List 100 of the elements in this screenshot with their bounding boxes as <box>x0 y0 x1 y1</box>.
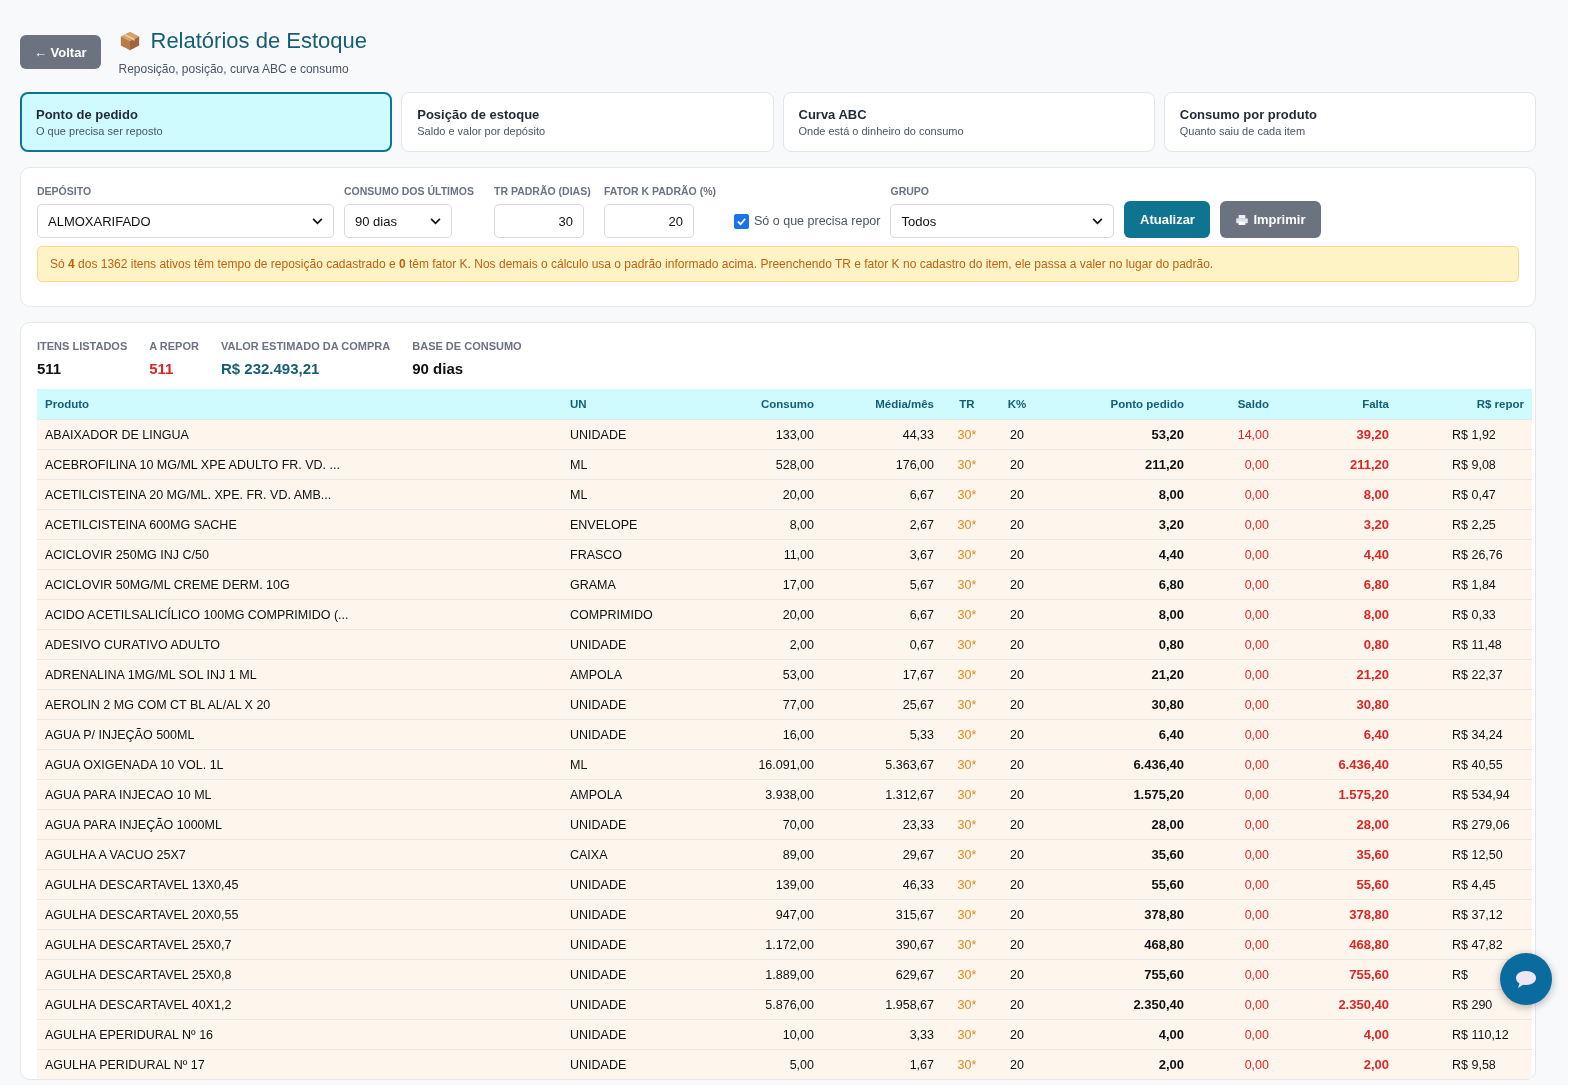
checkbox[interactable] <box>734 213 749 229</box>
warehouse-select[interactable]: ALMOXARIFADO <box>37 204 334 238</box>
balance-cell: 0,00 <box>1192 719 1277 750</box>
unit-cell: GRAMA <box>562 569 712 600</box>
monthly-average-cell: 5.363,67 <box>822 749 942 780</box>
report-tab[interactable]: Curva ABC Onde está o dinheiro do consumo <box>782 92 1155 152</box>
monthly-average-cell: 2,67 <box>822 509 942 540</box>
lead-time-cell: 30* <box>942 539 992 570</box>
lead-time-cell: 30* <box>942 989 992 1020</box>
product-cell: AGUA OXIGENADA 10 VOL. 1L <box>37 749 562 780</box>
product-cell: ACICLOVIR 250MG INJ C/50 <box>37 539 562 570</box>
monthly-average-cell: 390,67 <box>822 929 942 960</box>
product-cell: AGUA PARA INJECAO 10 ML <box>37 779 562 810</box>
lead-time-cell: 30* <box>942 749 992 780</box>
group-select[interactable]: Todos <box>890 204 1115 238</box>
cost-cell: R$ 37,12 <box>1397 899 1532 930</box>
report-tab[interactable]: Consumo por produto Quanto saiu de cada item <box>1163 92 1536 152</box>
box-icon <box>118 30 141 52</box>
report-tab[interactable]: Posição de estoque Saldo e valor por depósito <box>401 92 774 152</box>
k-factor-cell: 20 <box>992 569 1042 600</box>
consumption-cell: 139,00 <box>712 869 822 900</box>
k-factor-cell: 20 <box>992 1049 1042 1079</box>
k-factor-cell: 20 <box>992 629 1042 660</box>
cost-cell: R$ 12,50 <box>1397 839 1532 870</box>
lead-time-field[interactable]: 30 <box>494 204 584 238</box>
k-factor-cell: 20 <box>992 599 1042 630</box>
field-label: TR PADRÃO (DIAS) <box>494 184 592 198</box>
reorder-point-cell: 4,40 <box>1042 539 1192 570</box>
shortage-cell: 39,20 <box>1277 419 1397 450</box>
product-cell: AGULHA DESCARTAVEL 25X0,7 <box>37 929 562 960</box>
balance-cell: 0,00 <box>1192 1049 1277 1079</box>
checkbox-label: Só o que precisa repor <box>754 214 881 228</box>
monthly-average-cell: 5,67 <box>822 569 942 600</box>
report-tab[interactable]: Ponto de pedido O que precisa ser reposto <box>20 92 393 152</box>
cost-cell: R$ 4,45 <box>1397 869 1532 900</box>
consumption-cell: 16.091,00 <box>712 749 822 780</box>
unit-cell: UNIDADE <box>562 989 712 1020</box>
shortage-cell: 30,80 <box>1277 689 1397 720</box>
consumption-cell: 528,00 <box>712 449 822 480</box>
unit-cell: UNIDADE <box>562 1019 712 1050</box>
unit-cell: UNIDADE <box>562 689 712 720</box>
unit-cell: UNIDADE <box>562 419 712 450</box>
unit-cell: AMPOLA <box>562 779 712 810</box>
consumption-cell: 11,00 <box>712 539 822 570</box>
balance-cell: 14,00 <box>1192 419 1277 450</box>
lead-time-header: TR <box>942 389 992 420</box>
consumption-cell: 2,00 <box>712 629 822 660</box>
k-factor-field[interactable]: 20 <box>604 204 694 238</box>
reorder-point-cell: 8,00 <box>1042 479 1192 510</box>
shortage-cell: 4,40 <box>1277 539 1397 570</box>
monthly-average-cell: 29,67 <box>822 839 942 870</box>
product-cell: AGULHA EPERIDURAL Nº 16 <box>37 1019 562 1050</box>
monthly-average-cell: 0,67 <box>822 629 942 660</box>
lead-time-cell: 30* <box>942 839 992 870</box>
monthly-average-header: Média/mês <box>822 389 942 420</box>
shortage-cell: 211,20 <box>1277 449 1397 480</box>
reorder-point-cell: 211,20 <box>1042 449 1192 480</box>
product-cell: AGULHA DESCARTAVEL 25X0,8 <box>37 959 562 990</box>
lead-time-cell: 30* <box>942 929 992 960</box>
unit-cell: UNIDADE <box>562 719 712 750</box>
consumption-cell: 70,00 <box>712 809 822 840</box>
print-button[interactable]: Imprimir <box>1220 201 1322 238</box>
reorder-point-cell: 0,80 <box>1042 629 1192 660</box>
period-select[interactable]: 90 dias <box>344 204 452 238</box>
back-button[interactable]: ← Voltar <box>20 35 101 69</box>
consumption-cell: 16,00 <box>712 719 822 750</box>
cost-cell: R$ 290 <box>1397 989 1532 1020</box>
update-button[interactable]: Atualizar <box>1124 201 1211 238</box>
unit-cell: UNIDADE <box>562 809 712 840</box>
chat-button[interactable] <box>1500 953 1552 1005</box>
reorder-point-cell: 378,80 <box>1042 899 1192 930</box>
cost-cell: R$ 1,92 <box>1397 419 1532 450</box>
lead-time-cell: 30* <box>942 1019 992 1050</box>
consumption-cell: 8,00 <box>712 509 822 540</box>
k-factor-cell: 20 <box>992 659 1042 690</box>
field-label: FATOR K PADRÃO (%) <box>604 184 717 198</box>
k-factor-cell: 20 <box>992 449 1042 480</box>
reorder-point-cell: 2.350,40 <box>1042 989 1192 1020</box>
summary-value: R$ 232.493,21 <box>220 360 321 377</box>
balance-cell: 0,00 <box>1192 929 1277 960</box>
consumption-cell: 5,00 <box>712 1049 822 1079</box>
consumption-cell: 89,00 <box>712 839 822 870</box>
reorder-point-header: Ponto pedido <box>1042 389 1192 420</box>
cost-cell: R$ 26,76 <box>1397 539 1532 570</box>
shortage-cell: 2,00 <box>1277 1049 1397 1079</box>
summary-value: 511 <box>37 360 63 377</box>
shortage-cell: 6.436,40 <box>1277 749 1397 780</box>
balance-cell: 0,00 <box>1192 809 1277 840</box>
balance-cell: 0,00 <box>1192 509 1277 540</box>
chevron-down-icon <box>1092 217 1104 225</box>
summary-label: ITENS LISTADOS <box>37 340 128 352</box>
balance-cell: 0,00 <box>1192 1019 1277 1050</box>
k-factor-cell: 20 <box>992 839 1042 870</box>
cost-cell: R$ 40,55 <box>1397 749 1532 780</box>
consumption-cell: 10,00 <box>712 1019 822 1050</box>
unit-cell: UNIDADE <box>562 629 712 660</box>
summary-label: BASE DE CONSUMO <box>412 340 522 352</box>
lead-time-cell: 30* <box>942 959 992 990</box>
reorder-point-cell: 2,00 <box>1042 1049 1192 1079</box>
product-cell: ACETILCISTEINA 600MG SACHE <box>37 509 562 540</box>
